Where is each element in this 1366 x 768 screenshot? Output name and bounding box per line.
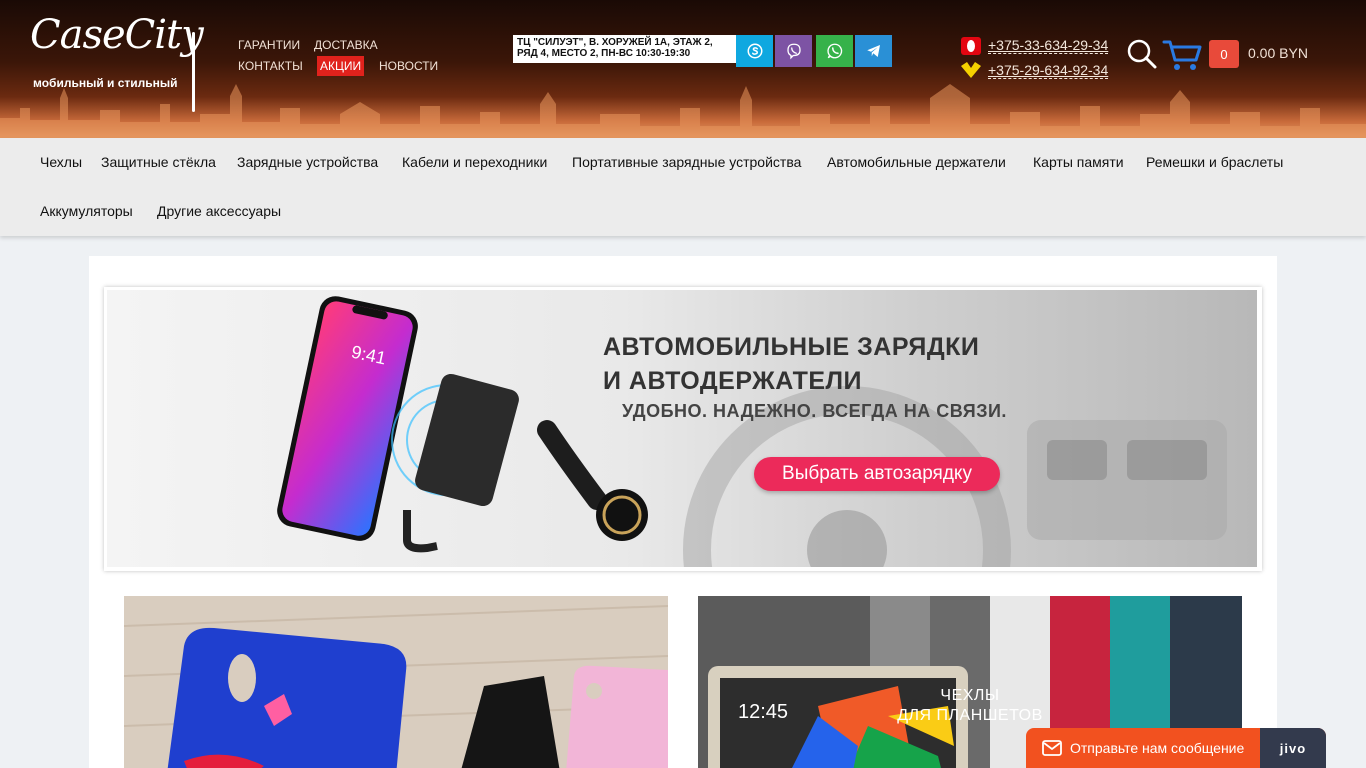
chat-widget-button[interactable]: Отправьте нам сообщение jivo (1026, 728, 1326, 768)
tablet-cases-caption: ЧЕХЛЫ ДЛЯ ПЛАНШЕТОВ (698, 686, 1242, 726)
promo-tile-phone-cases[interactable] (124, 596, 668, 768)
velcom-operator-icon (961, 62, 981, 78)
hero-cta-button[interactable]: Выбрать автозарядку (754, 457, 1000, 491)
link-delivery[interactable]: ДОСТАВКА (314, 38, 378, 52)
site-header: CaseCity мобильный и стильный ГАРАНТИИ Д… (0, 0, 1366, 138)
hero-subtitle: УДОБНО. НАДЕЖНО. ВСЕГДА НА СВЯЗИ. (622, 401, 1007, 421)
category-power-banks[interactable]: Портативные зарядные устройства (572, 154, 801, 170)
category-chargers[interactable]: Зарядные устройства (237, 154, 378, 170)
category-nav: Чехлы Защитные стёкла Зарядные устройств… (0, 138, 1366, 236)
mts-operator-icon (961, 37, 981, 55)
skype-icon (747, 43, 762, 59)
category-straps[interactable]: Ремешки и браслеты (1146, 154, 1283, 170)
link-news[interactable]: НОВОСТИ (379, 59, 438, 73)
mail-icon (1042, 740, 1062, 756)
tablet-caption-line2: ДЛЯ ПЛАНШЕТОВ (897, 707, 1043, 724)
category-cases[interactable]: Чехлы (40, 154, 82, 170)
logo-text: CaseCity (30, 12, 204, 58)
link-contacts[interactable]: КОНТАКТЫ (238, 59, 303, 73)
whatsapp-icon (826, 43, 842, 59)
search-icon (1127, 39, 1157, 69)
viber-icon (786, 43, 801, 60)
hero-title-line1: АВТОМОБИЛЬНЫЕ ЗАРЯДКИ (603, 333, 980, 361)
site-logo[interactable]: CaseCity мобильный и стильный (30, 12, 204, 112)
category-cables[interactable]: Кабели и переходники (402, 154, 547, 170)
chat-label: Отправьте нам сообщение (1070, 740, 1245, 756)
hero-title: АВТОМОБИЛЬНЫЕ ЗАРЯДКИ И АВТОДЕРЖАТЕЛИ (603, 330, 979, 398)
viber-button[interactable] (775, 35, 812, 67)
search-button[interactable] (1126, 38, 1158, 70)
cart-count-badge[interactable]: 0 (1209, 40, 1239, 68)
hero-title-line2: И АВТОДЕРЖАТЕЛИ (603, 367, 863, 395)
chat-brand-logo: jivo (1260, 728, 1326, 768)
cart-icon (1162, 40, 1202, 70)
skype-button[interactable] (736, 35, 773, 67)
tablet-caption-line1: ЧЕХЛЫ (940, 687, 1000, 704)
logo-flourish (192, 32, 195, 112)
phone-link-2[interactable]: +375-29-634-92-34 (988, 62, 1109, 79)
category-screen-protectors[interactable]: Защитные стёкла (101, 154, 216, 170)
city-skyline-decoration (0, 84, 1366, 138)
telegram-button[interactable] (855, 35, 892, 67)
link-promotions[interactable]: АКЦИИ (317, 56, 365, 76)
category-memory-cards[interactable]: Карты памяти (1033, 154, 1124, 170)
store-address: ТЦ "СИЛУЭТ", В. ХОРУЖЕЙ 1А, ЭТАЖ 2, РЯД … (513, 35, 736, 63)
cart-button[interactable] (1162, 38, 1202, 72)
hero-banner[interactable]: 9:41 АВТОМОБИЛЬНЫЕ ЗАРЯДКИ И АВТОДЕРЖАТЕ… (104, 287, 1262, 571)
category-other-accessories[interactable]: Другие аксессуары (157, 203, 281, 219)
cart-total[interactable]: 0.00 BYN (1248, 45, 1308, 61)
category-batteries[interactable]: Аккумуляторы (40, 203, 133, 219)
telegram-icon (866, 45, 880, 57)
whatsapp-button[interactable] (816, 35, 853, 67)
car-holder-illustration (391, 373, 648, 553)
link-guarantees[interactable]: ГАРАНТИИ (238, 38, 300, 52)
phone-cases-photo (124, 596, 668, 768)
logo-tagline: мобильный и стильный (33, 76, 178, 90)
hero-banner-image: 9:41 АВТОМОБИЛЬНЫЕ ЗАРЯДКИ И АВТОДЕРЖАТЕ… (107, 290, 1257, 567)
category-car-holders[interactable]: Автомобильные держатели (827, 154, 1006, 170)
phone-link-1[interactable]: +375-33-634-29-34 (988, 37, 1109, 54)
